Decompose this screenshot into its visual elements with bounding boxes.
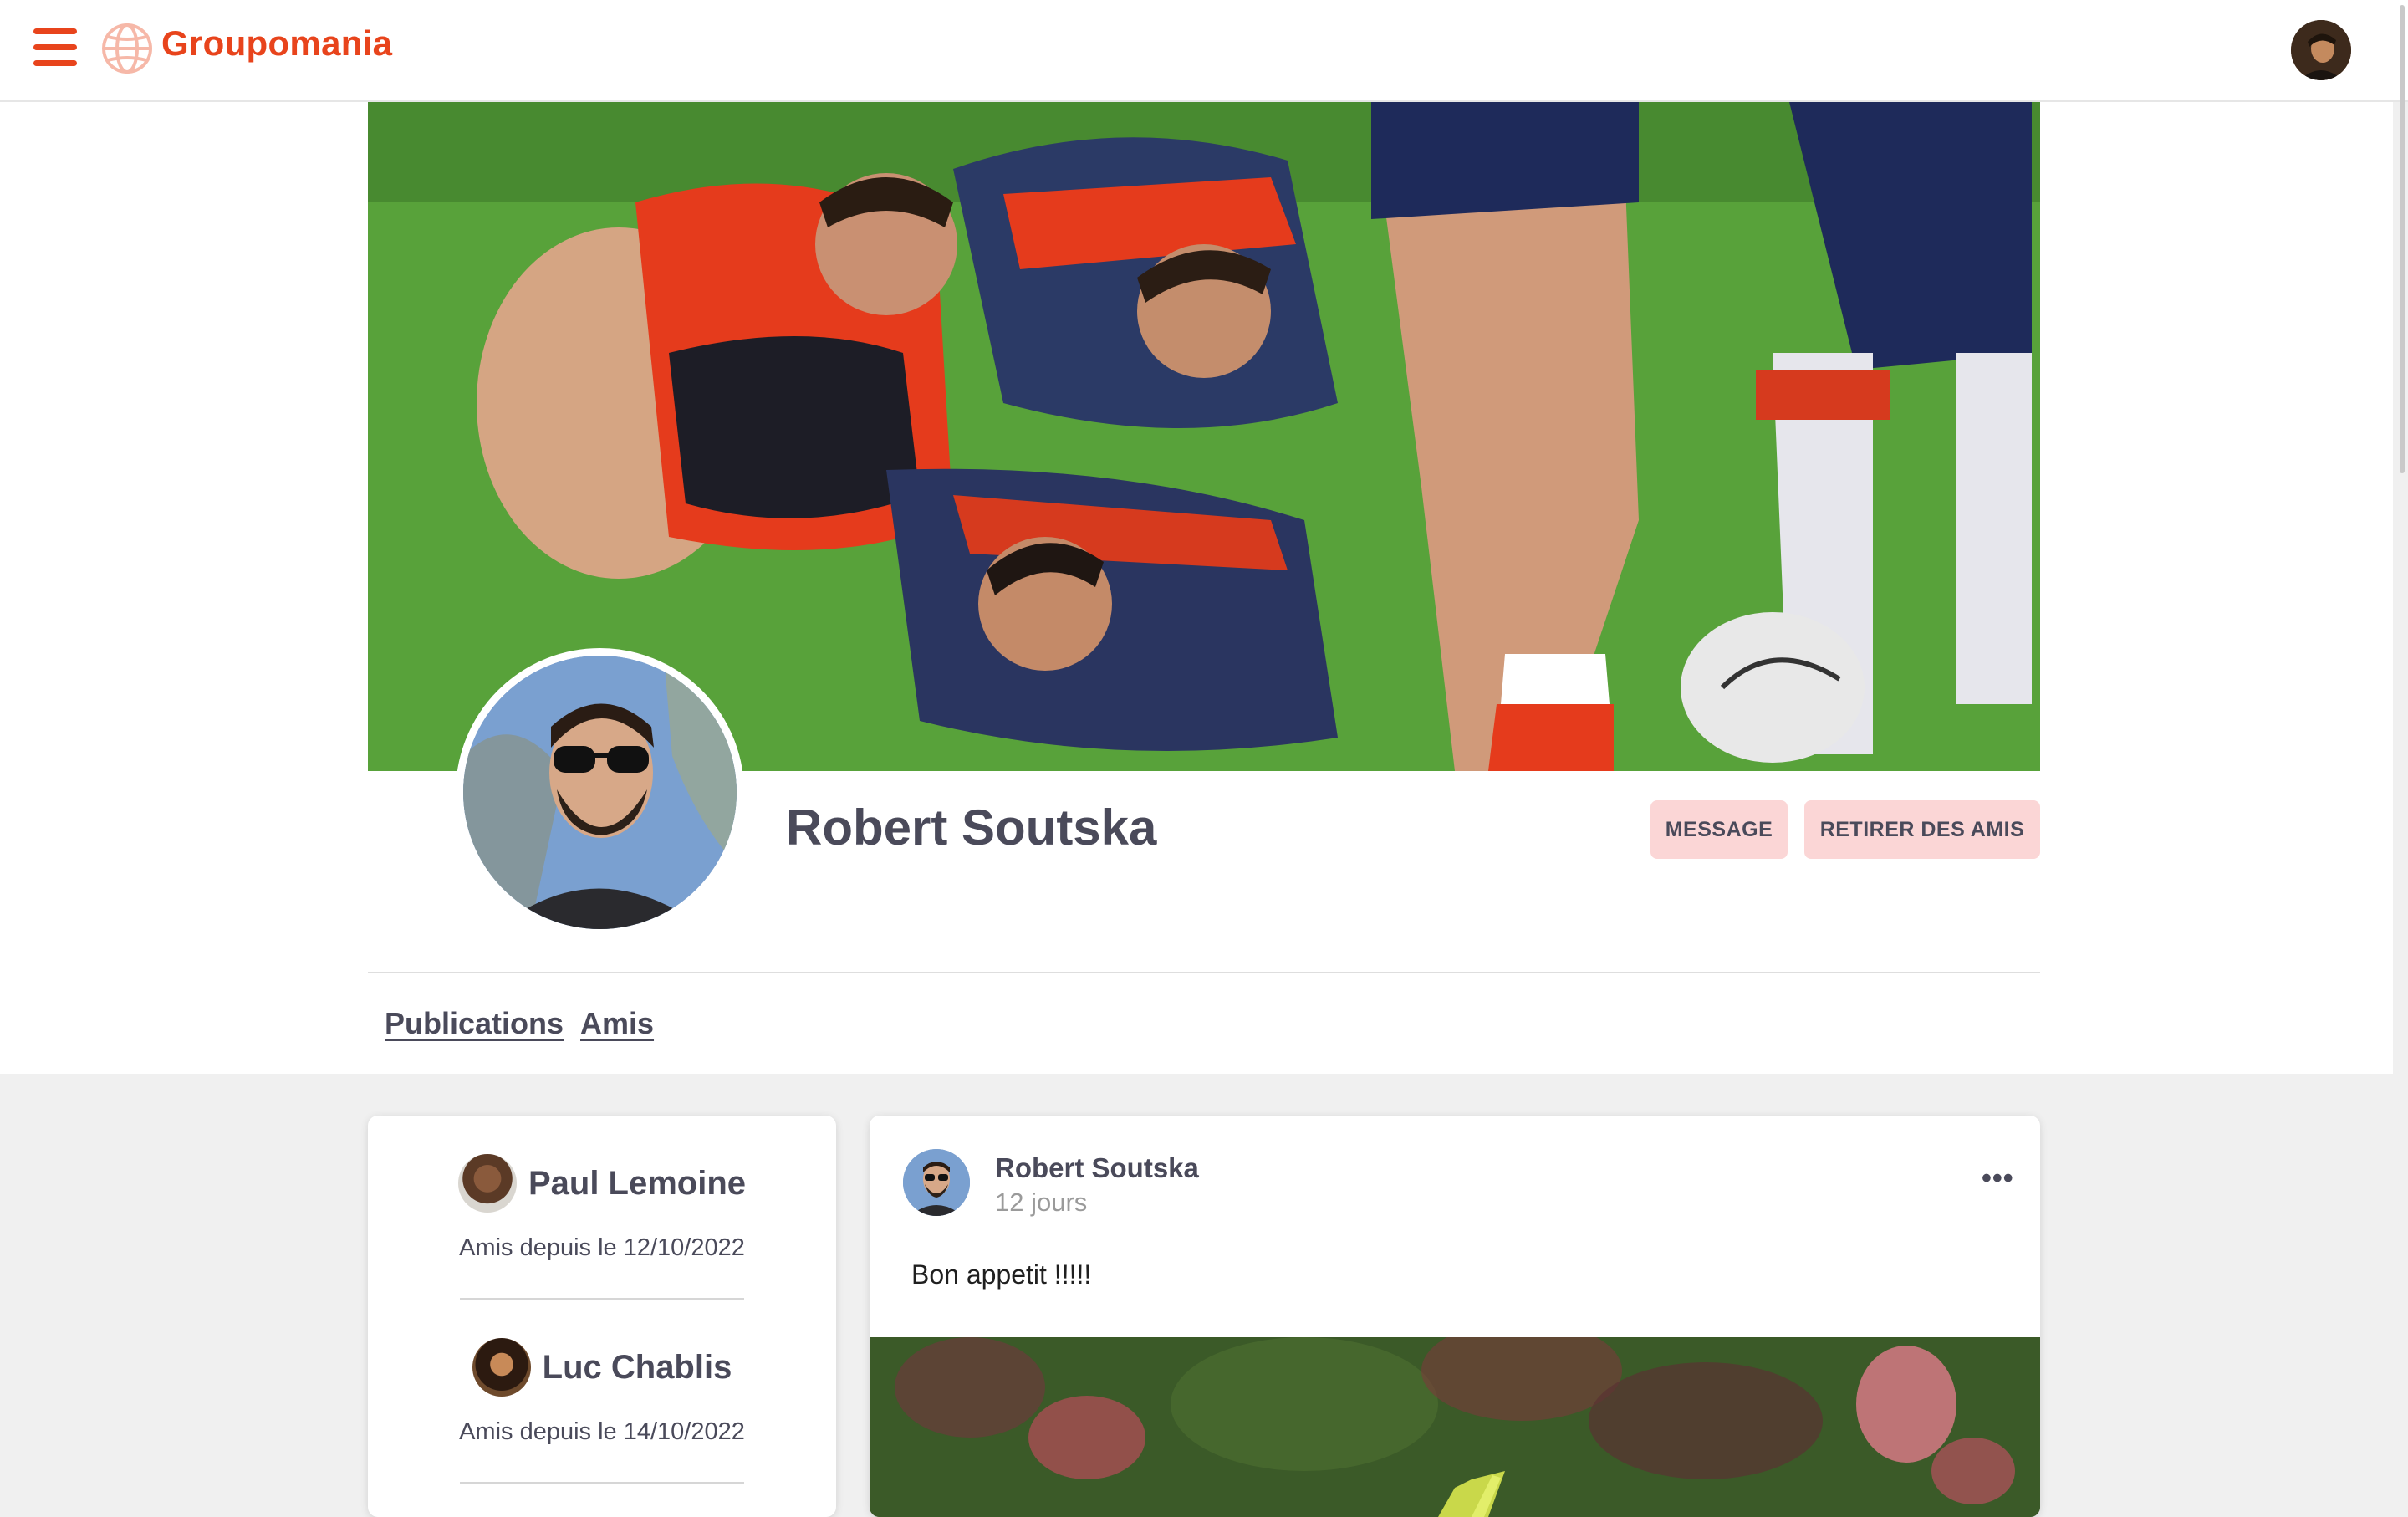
- globe-icon: [102, 23, 152, 74]
- post-author-avatar[interactable]: [903, 1149, 970, 1216]
- post-timestamp: 12 jours: [995, 1188, 1088, 1217]
- friend-separator: [460, 1298, 744, 1300]
- tab-publications[interactable]: Publications: [385, 1006, 564, 1041]
- friend-name[interactable]: Luc Chablis: [543, 1349, 732, 1387]
- post-author-name[interactable]: Robert Soutska: [995, 1152, 1199, 1184]
- friend-avatar[interactable]: [472, 1338, 531, 1397]
- user-avatar[interactable]: [2291, 20, 2351, 80]
- remove-friend-button[interactable]: RETIRER DES AMIS: [1804, 800, 2040, 859]
- post-image[interactable]: [870, 1337, 2040, 1517]
- more-options-icon[interactable]: •••: [1982, 1162, 2014, 1195]
- profile-name: Robert Soutska: [786, 799, 1157, 856]
- profile-divider: [368, 972, 2040, 973]
- friend-item[interactable]: Paul Lemoine Amis depuis le 12/10/2022: [368, 1154, 836, 1262]
- message-button[interactable]: MESSAGE: [1650, 800, 1788, 859]
- friend-separator: [460, 1482, 744, 1484]
- scrollbar-thumb[interactable]: [2400, 5, 2405, 473]
- profile-avatar: [456, 648, 744, 937]
- post-card: Robert Soutska 12 jours ••• Bon appetit …: [870, 1116, 2040, 1517]
- friend-item[interactable]: Luc Chablis Amis depuis le 14/10/2022: [368, 1338, 836, 1446]
- friend-avatar[interactable]: [457, 1154, 517, 1213]
- top-navigation-bar: Groupomania: [0, 0, 2408, 102]
- tab-friends[interactable]: Amis: [580, 1006, 654, 1041]
- brand-name[interactable]: Groupomania: [161, 23, 392, 64]
- friend-name[interactable]: Paul Lemoine: [528, 1165, 746, 1203]
- friend-since-date: Amis depuis le 14/10/2022: [459, 1418, 745, 1445]
- hamburger-menu-icon[interactable]: [33, 28, 77, 69]
- friend-since-date: Amis depuis le 12/10/2022: [459, 1234, 745, 1261]
- friends-list-card: Paul Lemoine Amis depuis le 12/10/2022 L…: [368, 1116, 836, 1517]
- post-text: Bon appetit !!!!!: [911, 1259, 1092, 1290]
